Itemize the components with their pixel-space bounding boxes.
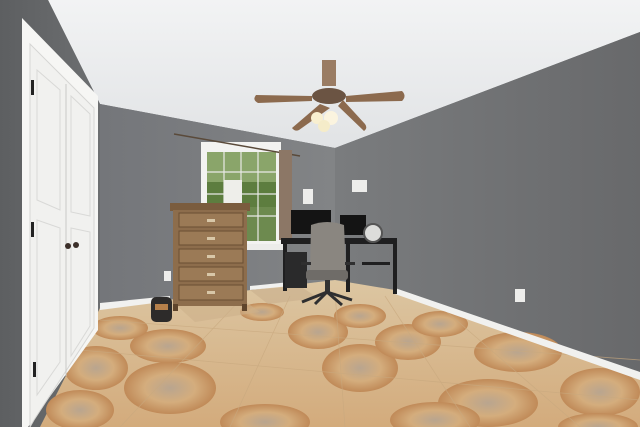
wall-plate	[352, 180, 367, 192]
hinge-1	[31, 80, 34, 95]
door-knob-2	[73, 242, 79, 248]
hinge-3	[33, 362, 36, 377]
desk-fan	[363, 223, 383, 243]
room-photo	[0, 0, 640, 427]
curtain	[279, 150, 292, 240]
light-switch	[303, 189, 313, 204]
outlet-right	[515, 289, 525, 302]
outlet-left	[164, 271, 171, 281]
door-knob-1	[65, 243, 71, 249]
space-heater	[151, 297, 172, 322]
room-illustration	[0, 0, 640, 427]
hinge-2	[31, 222, 34, 237]
